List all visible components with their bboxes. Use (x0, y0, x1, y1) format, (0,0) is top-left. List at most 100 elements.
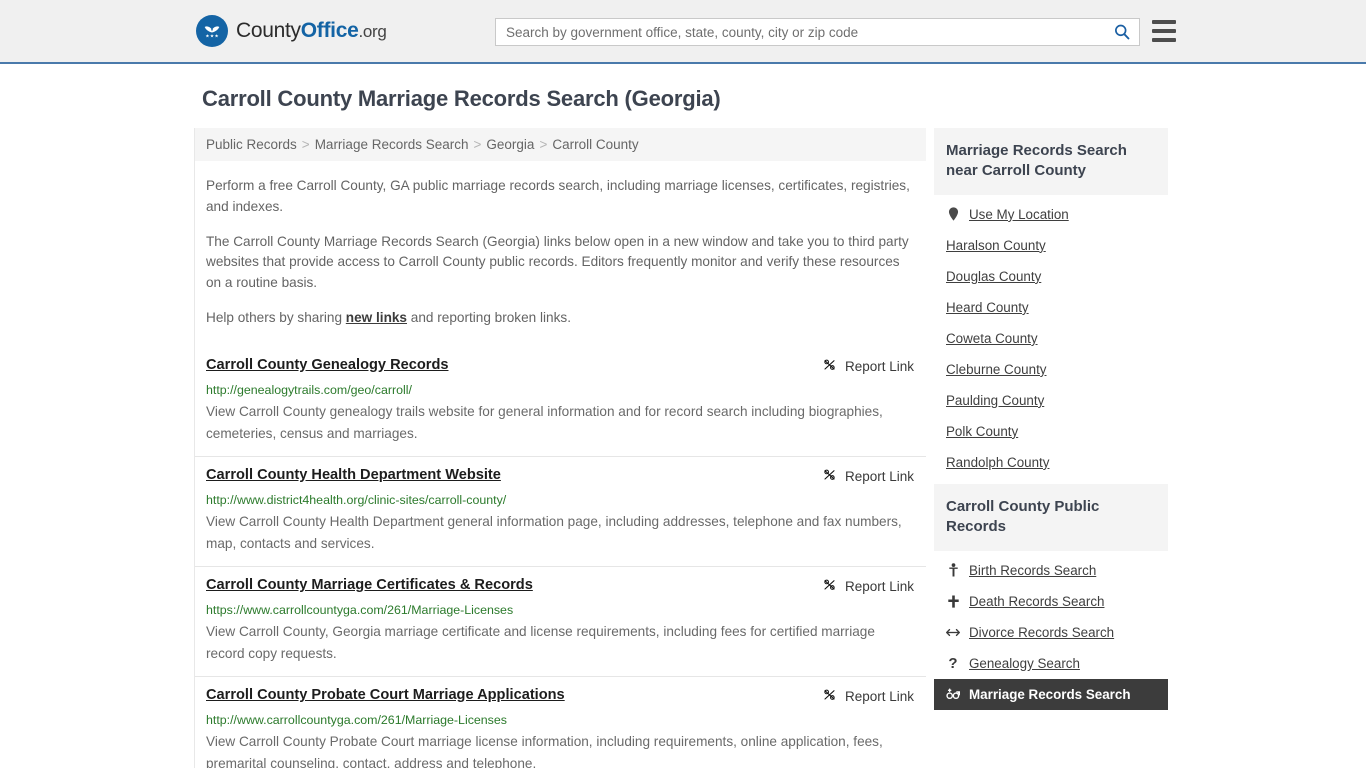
logo-text-office: Office (300, 19, 359, 42)
breadcrumb-item[interactable]: Carroll County (552, 137, 638, 152)
sidebar-item-use-my-location[interactable]: Use My Location (934, 199, 1168, 230)
sidebar-nearby-list: Use My Location Haralson County Douglas Co… (934, 195, 1168, 478)
result-title-link[interactable]: Carroll County Marriage Certificates & R… (206, 577, 533, 595)
result-header: Carroll County Probate Court Marriage Ap… (206, 687, 914, 707)
broken-link-icon (822, 357, 837, 377)
result-url[interactable]: http://www.carrollcountyga.com/261/Marri… (206, 713, 914, 727)
sidebar-public-records-heading: Carroll County Public Records (934, 483, 1168, 551)
sidebar-item-divorce-records-search[interactable]: Divorce Records Search (934, 617, 1168, 648)
sidebar-item-randolph-county[interactable]: Randolph County (934, 447, 1168, 478)
breadcrumb-item[interactable]: Public Records (206, 137, 297, 152)
result-header: Carroll County Health Department Website… (206, 467, 914, 487)
sidebar-item-cleburne-county[interactable]: Cleburne County (934, 354, 1168, 385)
main-content: Public Records > Marriage Records Search > G… (194, 128, 926, 768)
intro-paragraph-3-post: and reporting broken links. (407, 309, 571, 325)
site-header: CountyOffice.org (0, 0, 1366, 64)
sidebar-item-label: Polk County (946, 423, 1019, 439)
sidebar-item-label: Divorce Records Search (969, 624, 1115, 640)
new-links-link[interactable]: new links (346, 310, 407, 325)
sidebar-item-birth-records-search[interactable]: Birth Records Search (934, 555, 1168, 586)
result-header: Carroll County Marriage Certificates & R… (206, 577, 914, 597)
sidebar-item-polk-county[interactable]: Polk County (934, 416, 1168, 447)
sidebar-item-haralson-county[interactable]: Haralson County (934, 230, 1168, 261)
sidebar-item-label: Heard County (946, 299, 1029, 315)
hamburger-menu-icon[interactable] (1152, 20, 1176, 42)
result-header: Carroll County Genealogy Records Report … (206, 357, 914, 377)
sidebar-item-label: Death Records Search (969, 593, 1105, 609)
result-url[interactable]: http://www.district4health.org/clinic-si… (206, 493, 914, 507)
site-logo-text: CountyOffice.org (236, 19, 387, 43)
sidebar-item-death-records-search[interactable]: Death Records Search (934, 586, 1168, 617)
report-link-button[interactable]: Report Link (822, 357, 914, 377)
site-logo[interactable]: CountyOffice.org (196, 15, 387, 47)
report-link-label: Report Link (844, 579, 914, 595)
search-bar[interactable] (495, 18, 1140, 46)
sidebar-item-label: Use My Location (969, 206, 1069, 222)
mars-venus-icon (946, 688, 960, 701)
result-title-link[interactable]: Carroll County Health Department Website (206, 467, 501, 485)
report-link-button[interactable]: Report Link (822, 467, 914, 487)
intro-paragraph-3: Help others by sharing new links and rep… (206, 308, 914, 329)
page-title: Carroll County Marriage Records Search (… (202, 86, 721, 111)
baby-icon (946, 563, 960, 577)
result-description: View Carroll County Health Department ge… (206, 513, 902, 551)
breadcrumb-separator: > (301, 137, 310, 152)
logo-text-county: County (236, 19, 301, 42)
eagle-stars-seal-icon (196, 15, 228, 47)
sidebar-item-coweta-county[interactable]: Coweta County (934, 323, 1168, 354)
report-link-label: Report Link (844, 689, 914, 705)
sidebar-item-label: Randolph County (946, 454, 1050, 470)
report-link-button[interactable]: Report Link (822, 577, 914, 597)
report-link-button[interactable]: Report Link (822, 687, 914, 707)
logo-text-org: .org (358, 22, 387, 41)
sidebar-public-records-section: Carroll County Public Records Birth Reco… (934, 483, 1168, 710)
report-link-label: Report Link (844, 359, 914, 375)
hamburger-bar (1152, 38, 1176, 42)
breadcrumb-item[interactable]: Marriage Records Search (315, 137, 469, 152)
result-item: Carroll County Genealogy Records Report … (195, 347, 926, 456)
sidebar: Marriage Records Search near Carroll Cou… (934, 128, 1168, 716)
breadcrumb: Public Records > Marriage Records Search > G… (195, 128, 926, 161)
sidebar-item-label: Haralson County (946, 237, 1046, 253)
intro-paragraph-1: Perform a free Carroll County, GA public… (206, 178, 910, 214)
sidebar-item-label: Douglas County (946, 268, 1042, 284)
search-button[interactable] (1105, 19, 1139, 45)
content-columns: Public Records > Marriage Records Search > G… (0, 128, 1366, 768)
breadcrumb-item[interactable]: Georgia (486, 137, 534, 152)
sidebar-item-genealogy-search[interactable]: ? Genealogy Search (934, 648, 1168, 679)
map-pin-icon (946, 207, 960, 222)
page-body: Carroll County Marriage Records Search (… (0, 64, 1366, 768)
broken-link-icon (822, 687, 837, 707)
intro-text: Perform a free Carroll County, GA public… (195, 176, 926, 329)
sidebar-nearby-section: Marriage Records Search near Carroll Cou… (934, 128, 1168, 478)
search-input[interactable] (496, 24, 1105, 40)
intro-paragraph-3-pre: Help others by sharing (206, 309, 346, 325)
split-arrows-icon (946, 627, 960, 638)
result-item: Carroll County Health Department Website… (195, 455, 926, 566)
cross-icon (946, 595, 960, 608)
intro-paragraph-2: The Carroll County Marriage Records Sear… (206, 233, 909, 291)
result-description: View Carroll County genealogy trails web… (206, 403, 883, 441)
sidebar-public-records-list: Birth Records Search Death Records Searc… (934, 551, 1168, 710)
sidebar-nearby-heading: Marriage Records Search near Carroll Cou… (934, 128, 1168, 195)
result-item: Carroll County Probate Court Marriage Ap… (195, 675, 926, 768)
sidebar-item-label: Coweta County (946, 330, 1038, 346)
result-title-link[interactable]: Carroll County Genealogy Records (206, 357, 448, 375)
sidebar-item-marriage-records-search[interactable]: Marriage Records Search (934, 678, 1168, 710)
broken-link-icon (822, 467, 837, 487)
sidebar-item-heard-county[interactable]: Heard County (934, 292, 1168, 323)
result-url[interactable]: https://www.carrollcountyga.com/261/Marr… (206, 603, 914, 617)
sidebar-item-paulding-county[interactable]: Paulding County (934, 385, 1168, 416)
report-link-label: Report Link (844, 469, 914, 485)
breadcrumb-separator: > (473, 137, 482, 152)
sidebar-item-label: Birth Records Search (969, 562, 1097, 578)
hamburger-bar (1152, 29, 1176, 33)
sidebar-item-label: Genealogy Search (969, 655, 1080, 671)
sidebar-item-label: Paulding County (946, 392, 1045, 408)
breadcrumb-separator: > (539, 137, 548, 152)
result-url[interactable]: http://genealogytrails.com/geo/carroll/ (206, 383, 914, 397)
hamburger-bar (1152, 20, 1176, 24)
result-title-link[interactable]: Carroll County Probate Court Marriage Ap… (206, 687, 565, 705)
sidebar-item-label: Cleburne County (946, 361, 1047, 377)
sidebar-item-douglas-county[interactable]: Douglas County (934, 261, 1168, 292)
